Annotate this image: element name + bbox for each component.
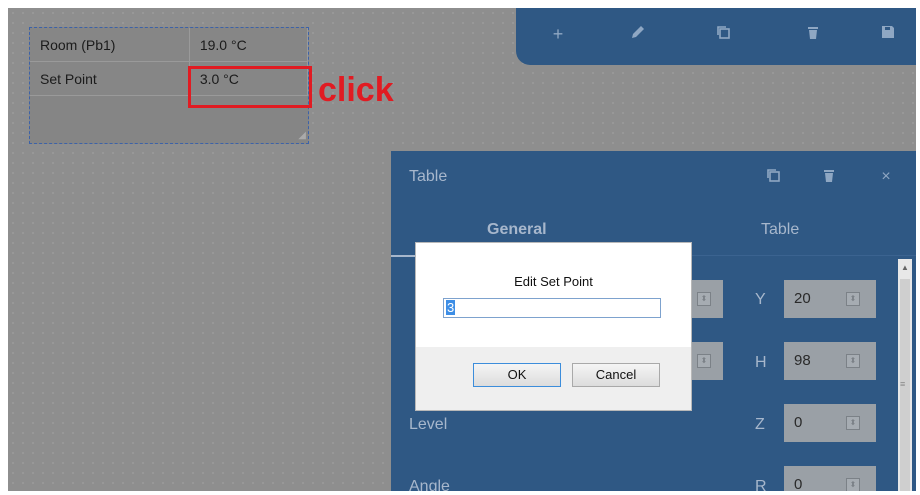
row-label: Set Point: [30, 61, 190, 96]
z-value: 0: [794, 414, 803, 431]
click-annotation: click: [318, 71, 394, 109]
frame-right: [916, 0, 920, 495]
click-highlight-box: [188, 66, 312, 108]
resize-handle-icon[interactable]: ◢: [298, 130, 306, 141]
row-label: Room (Pb1): [30, 28, 190, 62]
y-label: Y: [755, 291, 766, 308]
y-value: 20: [794, 290, 811, 307]
scroll-up-icon[interactable]: ▲: [901, 263, 909, 272]
r-field[interactable]: 0 ⬍: [784, 466, 876, 491]
copy-icon[interactable]: [763, 167, 783, 187]
scroll-grip-icon: ≡: [900, 379, 906, 389]
tab-table[interactable]: Table: [761, 221, 799, 239]
top-toolbar: +: [516, 8, 916, 65]
ok-button[interactable]: OK: [473, 363, 561, 387]
copy-icon[interactable]: [711, 22, 735, 46]
panel-header: Table ×: [391, 151, 916, 203]
angle-label: Angle: [409, 478, 450, 491]
spinner-icon[interactable]: ⬍: [697, 292, 711, 306]
spinner-icon[interactable]: ⬍: [697, 354, 711, 368]
spinner-icon[interactable]: ⬍: [846, 478, 860, 491]
h-value: 98: [794, 352, 811, 369]
frame-left: [0, 0, 8, 495]
x-field[interactable]: ⬍: [691, 280, 723, 318]
level-label: Level: [409, 416, 448, 433]
plus-icon[interactable]: +: [546, 22, 570, 46]
z-field[interactable]: 0 ⬍: [784, 404, 876, 442]
pencil-icon[interactable]: [626, 22, 650, 46]
spinner-icon[interactable]: ⬍: [846, 292, 860, 306]
dialog-footer: OK Cancel: [416, 347, 691, 410]
input-selected-text: 3: [446, 300, 456, 315]
r-label: R: [755, 478, 767, 491]
frame-top: [0, 0, 920, 8]
y-field[interactable]: 20 ⬍: [784, 280, 876, 318]
dialog-prompt: Edit Set Point: [514, 274, 593, 289]
edit-set-point-dialog: Edit Set Point 3 OK Cancel: [415, 242, 692, 411]
z-label: Z: [755, 416, 765, 433]
h-field[interactable]: 98 ⬍: [784, 342, 876, 380]
spinner-icon[interactable]: ⬍: [846, 416, 860, 430]
trash-icon[interactable]: [801, 22, 825, 46]
table-row: Room (Pb1) 19.0 °C: [30, 28, 309, 62]
trash-icon[interactable]: [819, 167, 839, 187]
save-icon[interactable]: [876, 22, 900, 46]
w-field[interactable]: ⬍: [691, 342, 723, 380]
spinner-icon[interactable]: ⬍: [846, 354, 860, 368]
row-value[interactable]: 19.0 °C: [189, 28, 309, 62]
panel-scrollbar[interactable]: ▲ ≡: [898, 259, 912, 491]
h-label: H: [755, 354, 767, 371]
tab-general[interactable]: General: [487, 221, 547, 239]
cancel-button[interactable]: Cancel: [572, 363, 660, 387]
r-value: 0: [794, 476, 803, 491]
panel-title: Table: [409, 168, 448, 185]
frame-bottom: [0, 491, 920, 495]
close-icon[interactable]: ×: [876, 167, 896, 187]
set-point-input[interactable]: 3: [443, 298, 661, 318]
